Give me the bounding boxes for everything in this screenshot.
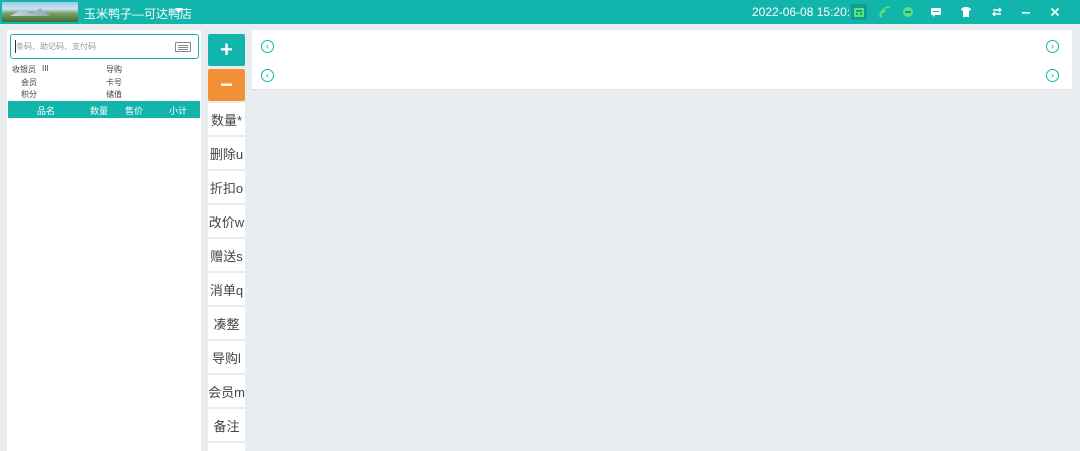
change-price-button[interactable]: 改价w: [208, 205, 245, 237]
category-next-icon[interactable]: ›: [1046, 40, 1059, 53]
stored-value-label: 储值: [106, 90, 122, 99]
search-input[interactable]: [16, 39, 166, 54]
category-prev-icon[interactable]: ‹: [261, 40, 274, 53]
more-button[interactable]: [208, 443, 245, 451]
search-box[interactable]: [10, 34, 199, 59]
column-header-subtotal: 小计: [169, 106, 188, 116]
keyboard-icon[interactable]: [175, 42, 191, 52]
category-panel: ‹ › ‹ ›: [252, 30, 1072, 90]
product-grid: [252, 91, 1072, 451]
order-table-header: 品名 数量 售价 小计: [8, 101, 200, 118]
column-header-name: 品名: [37, 106, 56, 116]
quantity-button[interactable]: 数量*: [208, 103, 245, 135]
cancel-order-button[interactable]: 消单q: [208, 273, 245, 305]
cashier-value: III: [42, 64, 49, 73]
guide-label[interactable]: 导购: [106, 64, 122, 75]
round-off-button[interactable]: 凑整: [208, 307, 245, 339]
gift-button[interactable]: 赠送s: [208, 239, 245, 271]
subcategory-prev-icon[interactable]: ‹: [261, 69, 274, 82]
member-button[interactable]: 会员m: [208, 375, 245, 407]
column-header-quantity: 数量: [90, 106, 109, 116]
cashier-label: 收银员: [12, 65, 36, 74]
card-label: 卡号: [106, 78, 122, 87]
member-label[interactable]: 会员: [21, 77, 37, 88]
title-bar: 玉米鸭子—可达鸭店 2022-06-08 15:20:16: [0, 0, 1080, 24]
store-logo: [2, 2, 78, 22]
remark-button[interactable]: 备注: [208, 409, 245, 441]
online-status-icon[interactable]: [900, 4, 916, 20]
add-item-button[interactable]: +: [208, 34, 245, 66]
close-icon[interactable]: [1047, 4, 1063, 20]
subcategory-next-icon[interactable]: ›: [1046, 69, 1059, 82]
switch-arrows-icon[interactable]: [989, 4, 1005, 20]
points-label: 积分: [21, 90, 37, 99]
chevron-down-icon[interactable]: [175, 8, 183, 13]
minimize-icon[interactable]: [1018, 4, 1034, 20]
discount-button[interactable]: 折扣o: [208, 171, 245, 203]
delete-button[interactable]: 删除u: [208, 137, 245, 169]
datetime-display: 2022-06-08 15:20:16: [752, 5, 864, 19]
guide-button[interactable]: 导购l: [208, 341, 245, 373]
shirt-skin-icon[interactable]: [958, 4, 974, 20]
wifi-icon[interactable]: [877, 4, 893, 20]
cash-register-icon[interactable]: [851, 4, 867, 20]
column-header-price: 售价: [125, 106, 144, 116]
remove-item-button[interactable]: −: [208, 69, 245, 101]
message-icon[interactable]: [928, 4, 944, 20]
